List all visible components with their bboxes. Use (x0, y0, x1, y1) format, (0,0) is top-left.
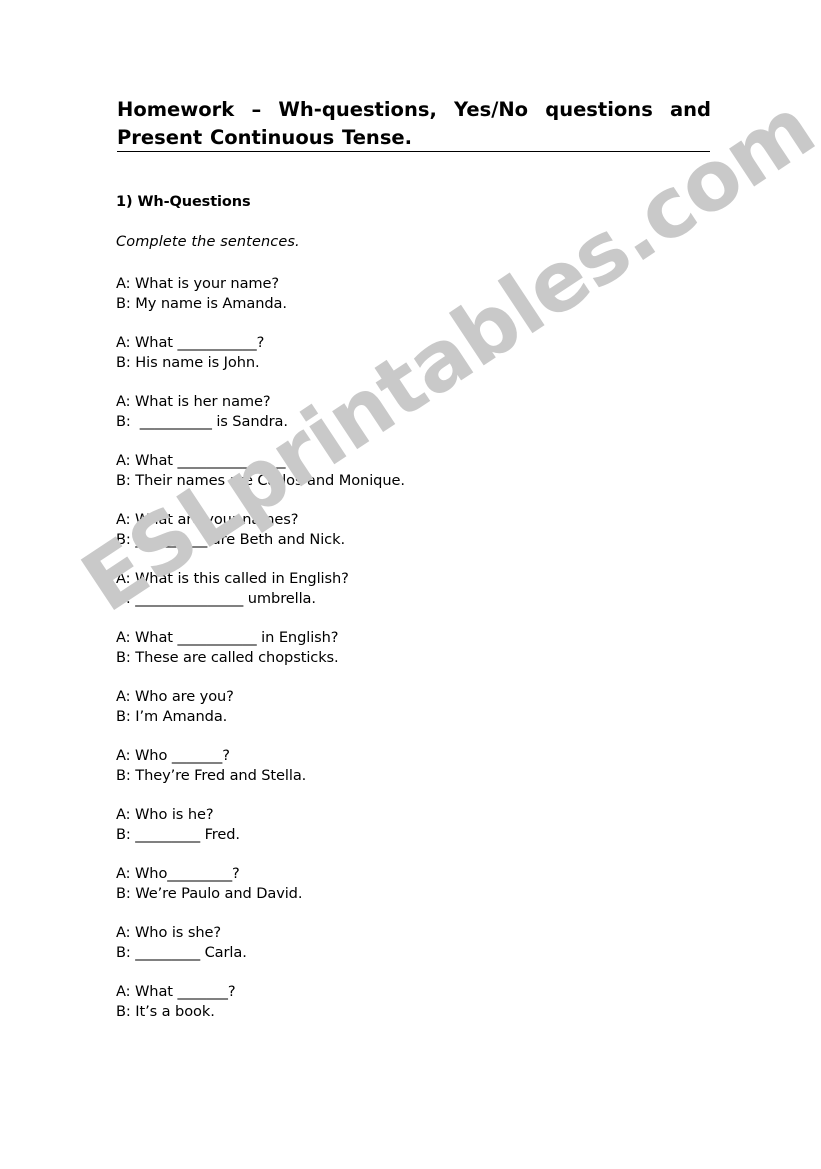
dialogue-line-question: A: What is her name? (116, 393, 271, 410)
dialogue-line-answer: B: _________ Carla. (116, 944, 247, 961)
dialogue-line-answer: B: Their names are Carlos and Monique. (116, 472, 405, 489)
dialogue-pair: A: What ___________ in English? B: These … (116, 628, 716, 668)
dialogue-line-question: A: What is your name? (116, 275, 280, 292)
dialogue-pair: A: Who_________? B: We’re Paulo and David… (116, 864, 716, 904)
dialogue-line-answer: B: These are called chopsticks. (116, 649, 339, 666)
dialogue-line-answer: B: _________ Fred. (116, 826, 240, 843)
dialogue-pair: A: What _______________? B: Their names a… (116, 451, 716, 491)
dialogue-line-question: A: Who_________? (116, 865, 240, 882)
dialogue-pair: A: What is this called in English? B: ___… (116, 569, 716, 609)
title-block: Homework – Wh-questions, Yes/No question… (117, 96, 711, 152)
dialogue-list: A: What is your name? B: My name is Amand… (116, 274, 716, 1041)
section-heading-wh-questions: 1) Wh-Questions (116, 194, 251, 210)
title-divider (117, 151, 710, 152)
dialogue-line-question: A: What ___________ in English? (116, 629, 339, 646)
dialogue-pair: A: Who are you? B: I’m Amanda. (116, 687, 716, 727)
dialogue-line-answer: B: His name is John. (116, 354, 260, 371)
dialogue-line-answer: B: We’re Paulo and David. (116, 885, 303, 902)
dialogue-line-question: A: What _______________? (116, 452, 294, 469)
dialogue-line-question: A: What is this called in English? (116, 570, 349, 587)
section-instruction: Complete the sentences. (116, 234, 300, 250)
dialogue-pair: A: What is her name? B: __________ is San… (116, 392, 716, 432)
dialogue-pair: A: What is your name? B: My name is Amand… (116, 274, 716, 314)
dialogue-line-answer: B: _______________ umbrella. (116, 590, 316, 607)
dialogue-line-answer: B: My name is Amanda. (116, 295, 287, 312)
dialogue-line-question: A: Who is she? (116, 924, 222, 941)
dialogue-pair: A: What _______? B: It’s a book. (116, 982, 716, 1022)
dialogue-line-answer: B: __________ is Sandra. (116, 413, 288, 430)
dialogue-line-answer: B: I’m Amanda. (116, 708, 228, 725)
dialogue-line-question: A: What _______? (116, 983, 236, 1000)
dialogue-pair: A: Who is she? B: _________ Carla. (116, 923, 716, 963)
dialogue-line-answer: B: They’re Fred and Stella. (116, 767, 307, 784)
dialogue-line-question: A: Who are you? (116, 688, 234, 705)
dialogue-pair: A: What are your names? B: __________ are… (116, 510, 716, 550)
dialogue-pair: A: Who is he? B: _________ Fred. (116, 805, 716, 845)
dialogue-pair: A: Who _______? B: They’re Fred and Stell… (116, 746, 716, 786)
dialogue-line-answer: B: __________ are Beth and Nick. (116, 531, 345, 548)
dialogue-pair: A: What ___________? B: His name is John. (116, 333, 716, 373)
dialogue-line-question: A: What ___________? (116, 334, 265, 351)
dialogue-line-question: A: Who _______? (116, 747, 230, 764)
page-title: Homework – Wh-questions, Yes/No question… (117, 98, 711, 149)
dialogue-line-question: A: What are your names? (116, 511, 299, 528)
dialogue-line-answer: B: It’s a book. (116, 1003, 215, 1020)
dialogue-line-question: A: Who is he? (116, 806, 214, 823)
worksheet-page: Homework – Wh-questions, Yes/No question… (0, 0, 821, 1169)
